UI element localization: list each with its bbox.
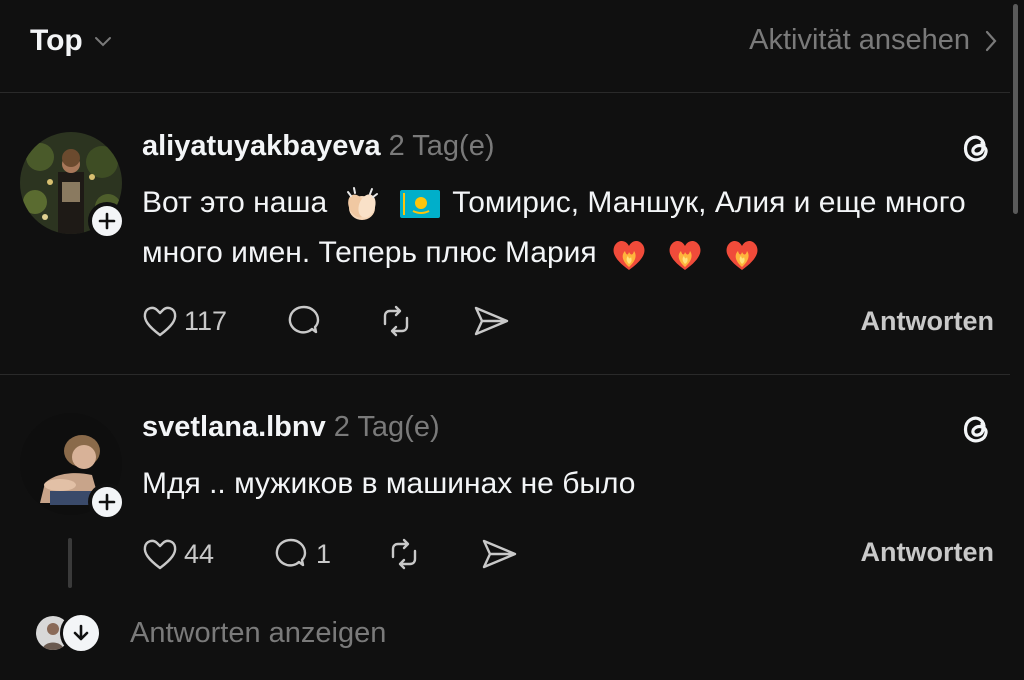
comment-text: Вот это наша Томирис, Маншук, Алия и еще… [142, 178, 1002, 278]
heart-on-fire-icon [669, 241, 701, 271]
action-bar: 117 [142, 302, 511, 340]
view-activity-label: Aktivität ansehen [749, 24, 970, 56]
avatar-wrapper [20, 413, 126, 521]
heart-icon [143, 539, 177, 570]
comment-bubble-icon [288, 305, 320, 334]
heart-on-fire-icon [613, 241, 645, 271]
username-text: aliyatuyakbayeva [142, 130, 381, 162]
heart-icon [143, 306, 177, 337]
follow-plus-button[interactable] [88, 202, 126, 240]
plus-icon [98, 493, 116, 511]
expand-replies-control [60, 612, 102, 654]
comment-text-part1: Вот это наша [142, 186, 328, 219]
repost-icon [391, 538, 417, 570]
like-count: 44 [184, 538, 215, 569]
username-text: svetlana.lbnv [142, 411, 326, 443]
threads-logo-icon[interactable] [958, 130, 994, 166]
follow-plus-button[interactable] [88, 483, 126, 521]
threads-logo-icon[interactable] [958, 411, 994, 447]
comment-bubble-icon [275, 538, 307, 567]
like-button[interactable]: 44 [142, 537, 214, 571]
send-icon [474, 306, 509, 336]
comment-post: aliyatuyakbayeva 2 Tag(e) Вот это наша То… [0, 92, 1024, 374]
chevron-right-icon [985, 30, 997, 51]
kazakhstan-flag-icon [399, 190, 440, 219]
chevron-down-icon [94, 37, 111, 47]
clapping-hands-icon [346, 187, 378, 221]
arrow-down-icon [73, 624, 89, 641]
reply-button[interactable]: Antworten [861, 306, 994, 337]
action-bar: 44 1 [142, 535, 519, 573]
comment-text: Мдя .. мужиков в машинах не было [142, 467, 636, 500]
show-replies-button[interactable]: Antworten anzeigen [36, 612, 386, 654]
thread-line [68, 538, 72, 588]
comment-button[interactable]: 1 [272, 535, 331, 573]
repost-icon [383, 305, 409, 337]
comments-header: Top Aktivität ansehen [0, 0, 1024, 92]
heart-on-fire-icon [726, 241, 758, 271]
timestamp: 2 Tag(e) [388, 130, 495, 162]
like-button[interactable]: 117 [142, 304, 227, 338]
send-icon [482, 539, 517, 569]
sort-dropdown[interactable]: Top [30, 24, 113, 58]
like-count: 117 [184, 305, 228, 336]
share-button[interactable] [479, 536, 519, 572]
view-activity-link[interactable]: Aktivität ansehen [749, 24, 998, 57]
reply-button[interactable]: Antworten [861, 537, 994, 568]
comment-button[interactable] [285, 302, 323, 340]
share-button[interactable] [471, 303, 511, 339]
avatar-wrapper [20, 132, 126, 240]
sort-label: Top [30, 24, 83, 57]
username[interactable]: svetlana.lbnv 2 Tag(e) [142, 411, 440, 444]
repost-button[interactable] [377, 302, 415, 340]
comment-count: 1 [316, 538, 332, 569]
show-replies-label: Antworten anzeigen [130, 616, 387, 649]
username[interactable]: aliyatuyakbayeva 2 Tag(e) [142, 130, 495, 163]
comment-post: svetlana.lbnv 2 Tag(e) Мдя .. мужиков в м… [0, 375, 1024, 585]
repost-button[interactable] [385, 535, 423, 573]
timestamp: 2 Tag(e) [333, 411, 440, 443]
plus-icon [98, 212, 116, 230]
